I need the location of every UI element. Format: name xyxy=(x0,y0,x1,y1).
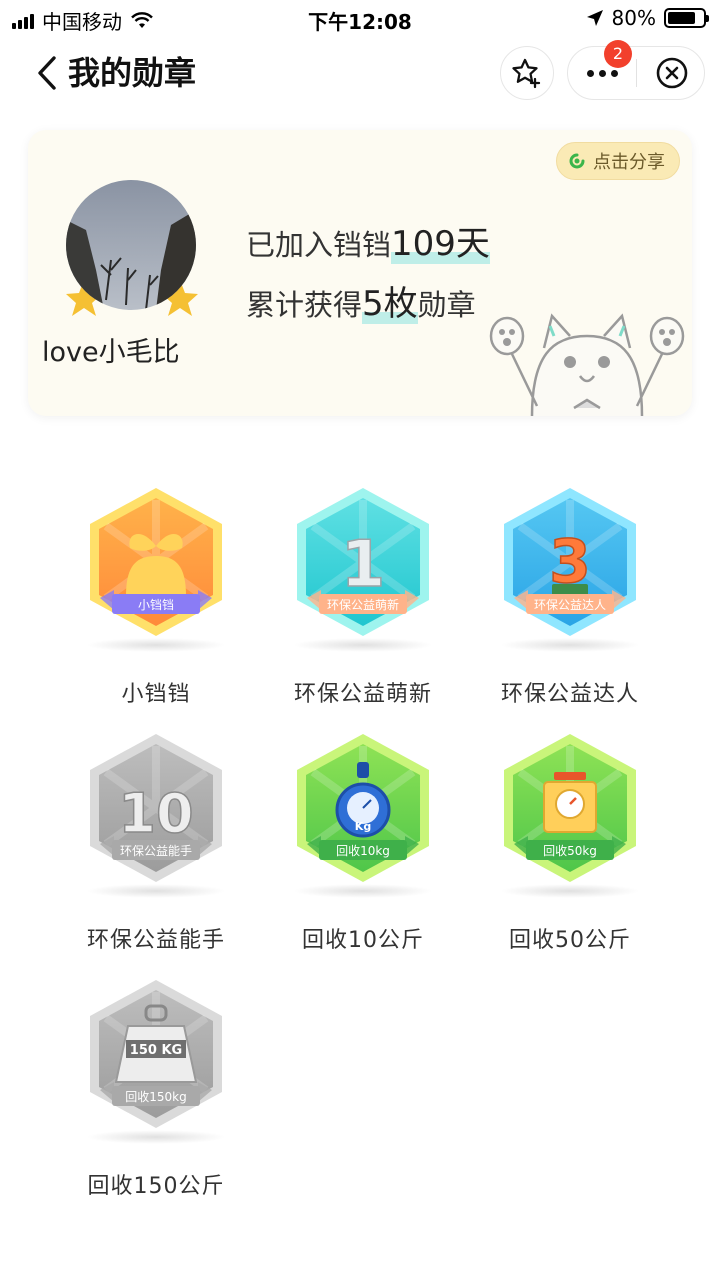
username: love小毛比 xyxy=(42,337,180,368)
badge-name: 小铛铛 xyxy=(121,682,191,707)
avatar-with-crown xyxy=(64,178,200,318)
badges-count-value: 5枚 xyxy=(362,284,418,324)
badges-prefix: 累计获得 xyxy=(246,288,363,322)
badge-count-line: 累计获得5枚勋章 xyxy=(246,276,476,325)
badge-ribbon-text: 回收50kg xyxy=(543,844,597,858)
medal-shadow xyxy=(500,884,640,898)
svg-text:150 KG: 150 KG xyxy=(130,1043,182,1058)
badge-ribbon-text: 环保公益能手 xyxy=(120,844,192,858)
badge-item[interactable]: 150 KG 回收150kg 回收150公斤 xyxy=(50,978,262,1208)
more-dot-icon xyxy=(610,69,618,77)
badge-item[interactable]: 回收50kg 回收50公斤 xyxy=(464,732,676,962)
badge-item[interactable]: 1 环保公益萌新 环保公益萌新 xyxy=(257,486,469,716)
share-swirl-icon xyxy=(569,153,585,169)
badge-ribbon-text: 回收150kg xyxy=(125,1090,186,1104)
profile-card: 点击分享 love小毛比 已加入铛铛109天 累计获得5枚勋章 xyxy=(28,130,692,416)
svg-text:1: 1 xyxy=(341,528,386,602)
joined-days-value: 109天 xyxy=(391,224,490,264)
share-label: 点击分享 xyxy=(593,152,665,173)
badge-ribbon-text: 环保公益达人 xyxy=(534,598,606,612)
badge-name: 回收150公斤 xyxy=(87,1174,225,1199)
svg-text:Kg: Kg xyxy=(355,820,371,833)
badge-name: 环保公益达人 xyxy=(500,682,639,707)
badge-ribbon-text: 回收10kg xyxy=(336,844,390,858)
more-dot-icon xyxy=(586,69,594,77)
badge-item[interactable]: 小铛铛 小铛铛 xyxy=(50,486,262,716)
battery-icon xyxy=(664,8,709,28)
badge-item[interactable]: 3 环保公益达人 环保公益达人 xyxy=(464,486,676,716)
badge-name: 环保公益萌新 xyxy=(293,682,432,707)
location-arrow-icon xyxy=(586,10,603,26)
close-circle-icon xyxy=(656,57,688,89)
svg-text:10: 10 xyxy=(118,782,193,845)
medal-shadow xyxy=(293,884,433,898)
back-button[interactable] xyxy=(30,52,64,94)
chevron-left-icon xyxy=(38,56,56,90)
status-bar: 中国移动 下午12:08 80% xyxy=(0,0,720,36)
medal-icon: 回收50kg xyxy=(504,734,636,882)
notification-badge: 2 xyxy=(604,40,632,68)
medal-shadow xyxy=(86,1130,226,1144)
badge-ribbon-text: 小铛铛 xyxy=(138,597,174,612)
medal-shadow xyxy=(293,638,433,652)
avatar xyxy=(66,180,196,310)
close-button[interactable] xyxy=(638,47,706,99)
medal-shadow xyxy=(500,638,640,652)
more-dot-icon xyxy=(598,69,606,77)
medal-icon: 150 KG 回收150kg xyxy=(90,980,222,1128)
badge-name: 环保公益能手 xyxy=(86,928,225,953)
joined-prefix: 已加入铛铛 xyxy=(246,228,392,262)
badge-item[interactable]: 10 环保公益能手 环保公益能手 xyxy=(50,732,262,962)
battery-percent: 80% xyxy=(611,6,656,30)
capsule-divider xyxy=(636,59,637,87)
medal-icon: 小铛铛 xyxy=(90,488,222,636)
badge-name: 回收50公斤 xyxy=(509,928,631,953)
mini-program-capsule xyxy=(567,46,705,100)
medal-shadow xyxy=(86,638,226,652)
badges-suffix: 勋章 xyxy=(417,288,476,322)
star-plus-icon xyxy=(512,58,541,89)
cat-mascot-illustration xyxy=(489,313,685,416)
joined-days-line: 已加入铛铛109天 xyxy=(246,216,490,265)
medal-icon: 3 环保公益达人 xyxy=(504,488,636,636)
share-button[interactable]: 点击分享 xyxy=(556,142,680,180)
badge-ribbon-text: 环保公益萌新 xyxy=(327,597,399,612)
badge-item[interactable]: Kg 回收10kg 回收10公斤 xyxy=(257,732,469,962)
badge-name: 回收10公斤 xyxy=(302,928,424,953)
medal-icon: Kg 回收10kg xyxy=(297,734,429,882)
medal-icon: 10 环保公益能手 xyxy=(90,734,222,882)
medal-icon: 1 环保公益萌新 xyxy=(297,488,429,636)
page-title: 我的勋章 xyxy=(68,54,197,92)
favorite-button[interactable] xyxy=(500,46,554,100)
medal-shadow xyxy=(86,884,226,898)
